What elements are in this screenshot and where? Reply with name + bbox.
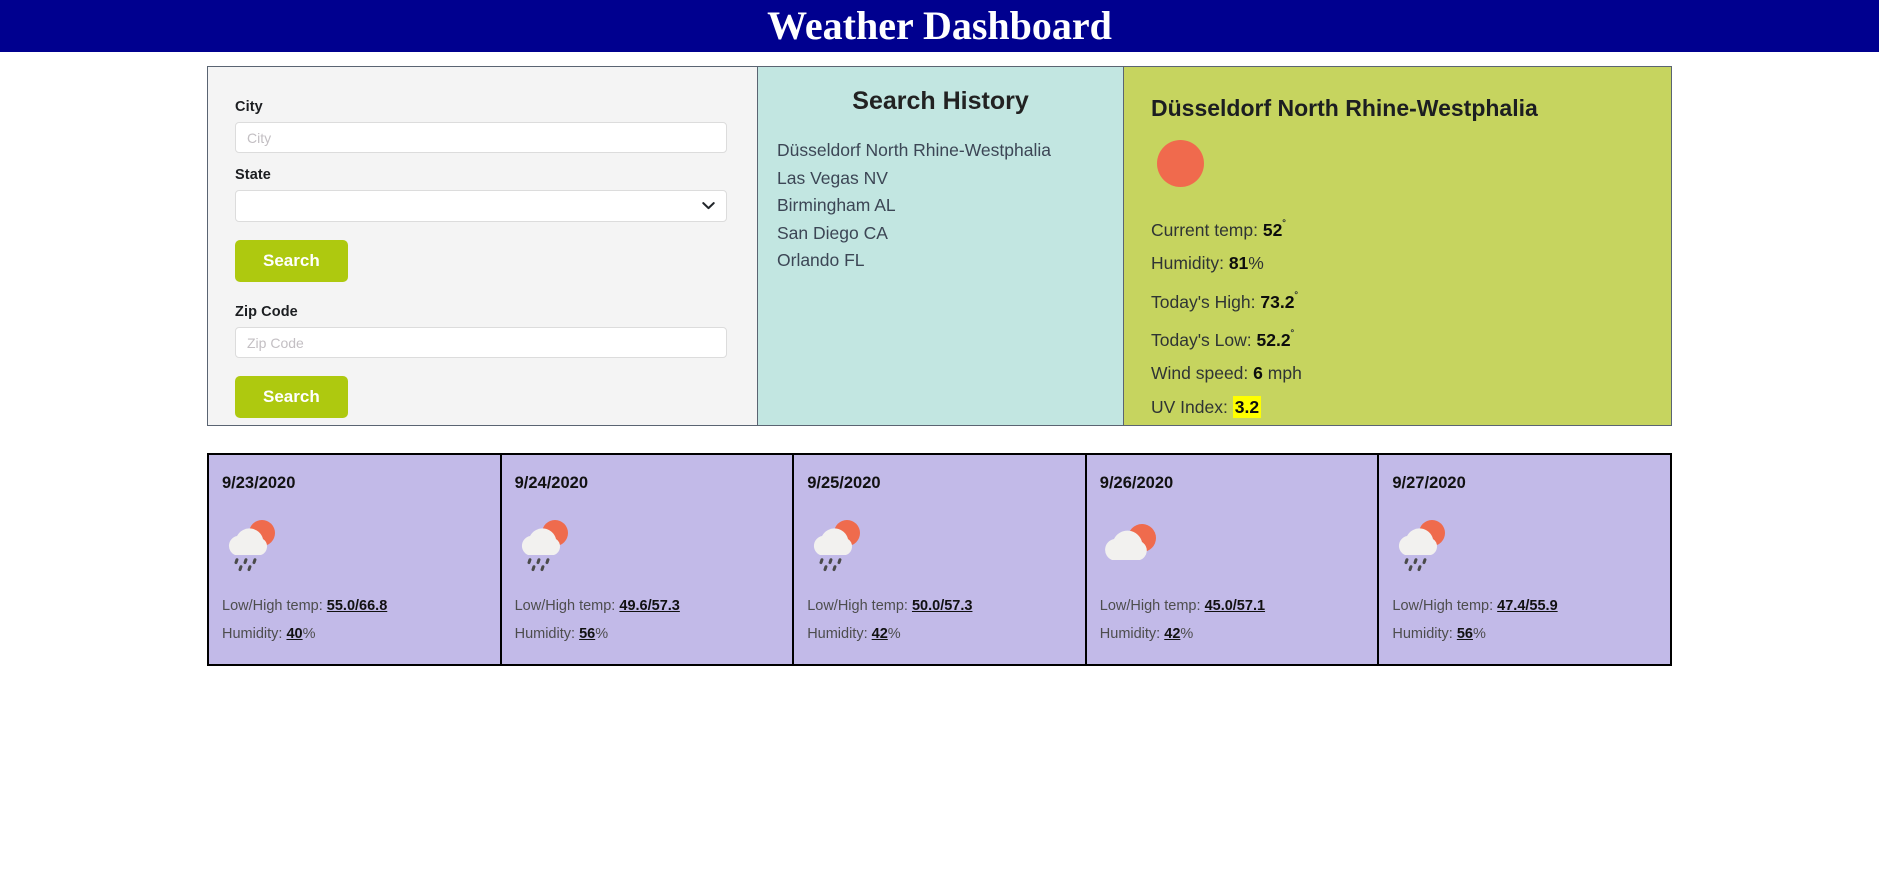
degree-symbol: ˚: [1294, 289, 1299, 304]
todays-low-label: Today's Low:: [1151, 329, 1252, 350]
low-high-label: Low/High temp:: [1392, 597, 1494, 614]
low-high-row: Low/High temp: 45.0/57.1: [1100, 592, 1378, 620]
low-high-value: 50.0/57.3: [911, 597, 973, 614]
humidity-row: Humidity: 81%: [1151, 247, 1671, 281]
history-item[interactable]: Birmingham AL: [777, 192, 1123, 220]
forecast-card: 9/25/2020 Low/High temp: 50.0/57.3 Humid…: [794, 455, 1087, 664]
sun-cloud-rain-icon: [222, 516, 500, 572]
forecast-humidity-row: Humidity: 42%: [807, 620, 1085, 648]
current-temp-row: Current temp: 52˚: [1151, 209, 1671, 247]
low-high-row: Low/High temp: 49.6/57.3: [515, 592, 793, 620]
history-item[interactable]: Düsseldorf North Rhine-Westphalia: [777, 137, 1123, 165]
low-high-label: Low/High temp:: [1099, 597, 1201, 614]
wind-speed-value: 6: [1253, 363, 1263, 384]
low-high-row: Low/High temp: 50.0/57.3: [807, 592, 1085, 620]
todays-high-value: 73.2: [1260, 291, 1295, 312]
history-item[interactable]: Las Vegas NV: [777, 165, 1123, 193]
search-history-panel: Search History Düsseldorf North Rhine-We…: [758, 67, 1124, 425]
forecast-humidity-value: 42: [871, 625, 888, 642]
forecast-humidity-value: 42: [1164, 625, 1181, 642]
forecast-humidity-row: Humidity: 42%: [1100, 620, 1378, 648]
humidity-label: Humidity:: [1151, 253, 1224, 274]
forecast-row: 9/23/2020 Low/High temp: 55.0/66.8 Humid…: [207, 453, 1672, 666]
sun-cloud-rain-icon: [807, 516, 1085, 572]
search-history-title: Search History: [852, 87, 1029, 115]
percent-symbol: %: [1472, 625, 1486, 642]
forecast-humidity-value: 56: [1456, 625, 1473, 642]
low-high-label: Low/High temp:: [514, 597, 616, 614]
wind-speed-row: Wind speed: 6 mph: [1151, 357, 1671, 391]
todays-low-row: Today's Low: 52.2˚: [1151, 319, 1671, 357]
degree-symbol: ˚: [1282, 217, 1287, 232]
sun-cloud-rain-icon: [1392, 516, 1670, 572]
forecast-humidity-row: Humidity: 56%: [515, 620, 793, 648]
state-select-wrapper: [235, 190, 727, 222]
forecast-card: 9/26/2020 Low/High temp: 45.0/57.1 Humid…: [1086, 455, 1380, 664]
low-high-row: Low/High temp: 55.0/66.8: [222, 592, 500, 620]
zip-code-label: Zip Code: [235, 304, 298, 320]
wind-speed-unit: mph: [1267, 363, 1302, 384]
forecast-humidity-label: Humidity:: [1099, 625, 1161, 642]
forecast-humidity-label: Humidity:: [807, 625, 868, 642]
todays-low-value: 52.2: [1256, 329, 1291, 350]
page-title: Weather Dashboard: [767, 3, 1112, 48]
humidity-value: 81: [1228, 253, 1249, 274]
forecast-humidity-label: Humidity:: [1392, 625, 1453, 642]
sun-circle-icon: [1157, 139, 1204, 187]
forecast-card: 9/27/2020 Low/High temp: 47.4/55.9 Humid…: [1379, 455, 1670, 664]
uv-index-row: UV Index: 3.2: [1151, 391, 1671, 425]
main-content: City State Search Zip Code Sea: [207, 52, 1672, 666]
percent-symbol: %: [887, 625, 901, 642]
app-header: Weather Dashboard: [0, 0, 1879, 52]
low-high-label: Low/High temp:: [807, 597, 908, 614]
wind-speed-label: Wind speed:: [1151, 363, 1249, 384]
city-label: City: [235, 99, 263, 115]
low-high-value: 49.6/57.3: [619, 597, 680, 614]
top-panel-row: City State Search Zip Code Sea: [207, 66, 1672, 426]
forecast-humidity-value: 56: [579, 625, 596, 642]
todays-high-label: Today's High:: [1151, 291, 1256, 312]
history-item[interactable]: San Diego CA: [777, 220, 1123, 248]
percent-symbol: %: [302, 625, 316, 642]
forecast-humidity-row: Humidity: 56%: [1392, 620, 1670, 648]
zip-search-button[interactable]: Search: [235, 376, 348, 418]
current-weather-panel: Düsseldorf North Rhine-Westphalia Curren…: [1124, 67, 1671, 425]
uv-index-badge: 3.2: [1232, 395, 1262, 418]
forecast-date: 9/27/2020: [1392, 474, 1466, 492]
current-temp-value: 52: [1262, 219, 1283, 240]
forecast-humidity-row: Humidity: 40%: [222, 620, 500, 648]
state-label: State: [235, 167, 271, 183]
low-high-row: Low/High temp: 47.4/55.9: [1392, 592, 1670, 620]
sun-cloud-rain-icon: [515, 516, 793, 572]
forecast-date: 9/25/2020: [807, 474, 881, 492]
uv-index-label: UV Index:: [1151, 396, 1228, 417]
zip-code-input[interactable]: [235, 327, 727, 358]
percent-symbol: %: [595, 625, 609, 642]
city-input[interactable]: [235, 122, 727, 153]
todays-high-row: Today's High: 73.2˚: [1151, 281, 1671, 319]
degree-symbol: ˚: [1290, 327, 1295, 342]
forecast-humidity-label: Humidity:: [514, 625, 576, 642]
forecast-card: 9/24/2020 Low/High temp: 49.6/57.3 Humid…: [501, 455, 795, 664]
current-weather-city: Düsseldorf North Rhine-Westphalia: [1151, 95, 1538, 121]
forecast-date: 9/26/2020: [1099, 474, 1174, 492]
low-high-value: 45.0/57.1: [1204, 597, 1266, 614]
sun-cloud-icon: [1100, 516, 1378, 572]
low-high-value: 47.4/55.9: [1497, 597, 1558, 614]
forecast-humidity-value: 40: [286, 625, 303, 642]
percent-symbol: %: [1180, 625, 1194, 642]
percent-symbol: %: [1248, 253, 1264, 274]
current-temp-label: Current temp:: [1151, 219, 1258, 240]
forecast-date: 9/24/2020: [514, 474, 588, 492]
forecast-card: 9/23/2020 Low/High temp: 55.0/66.8 Humid…: [209, 455, 502, 664]
city-search-button[interactable]: Search: [235, 240, 348, 282]
state-select[interactable]: [235, 190, 727, 222]
search-history-list: Düsseldorf North Rhine-Westphalia Las Ve…: [758, 137, 1123, 275]
low-high-label: Low/High temp:: [222, 597, 323, 614]
forecast-date: 9/23/2020: [222, 474, 296, 492]
forecast-humidity-label: Humidity:: [222, 625, 283, 642]
history-item[interactable]: Orlando FL: [777, 247, 1123, 275]
search-form-panel: City State Search Zip Code Sea: [208, 67, 758, 425]
low-high-value: 55.0/66.8: [326, 597, 388, 614]
